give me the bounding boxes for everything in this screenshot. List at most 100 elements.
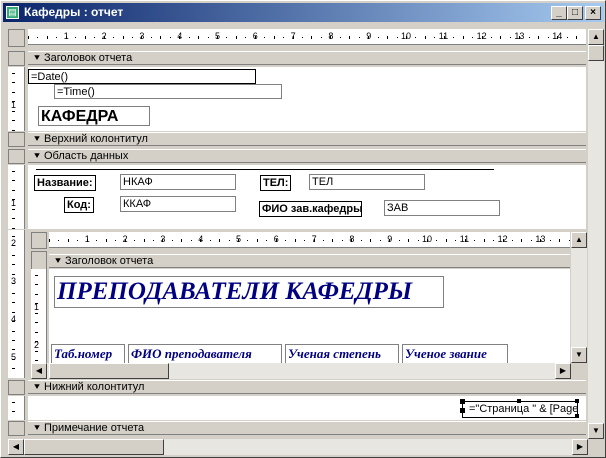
subreport-scroll-right-button[interactable]: ▶ bbox=[555, 363, 571, 379]
minimize-button[interactable]: _ bbox=[551, 6, 567, 20]
ruler-number: 10 bbox=[422, 234, 433, 244]
section-arrow-icon: ⯆ bbox=[54, 256, 62, 267]
resize-handle[interactable] bbox=[517, 399, 521, 403]
subreport-horizontal-ruler[interactable]: 1 2 3 4 5 6 7 8 9 10 11 12 13 bbox=[49, 232, 570, 248]
date-textbox[interactable]: =Date() bbox=[28, 69, 256, 84]
resize-handle[interactable] bbox=[460, 408, 465, 413]
horizontal-ruler[interactable]: 1 2 3 4 5 6 7 8 9 10 11 12 13 14 bbox=[28, 29, 586, 45]
report-header-area[interactable]: =Date() =Time() КАФЕДРА bbox=[28, 67, 586, 131]
resize-handle[interactable] bbox=[460, 399, 465, 404]
vertical-scroll-track[interactable] bbox=[588, 45, 604, 423]
head-label[interactable]: ФИО зав.кафедры bbox=[259, 201, 362, 217]
vertical-ruler-detail[interactable]: 1 bbox=[8, 165, 25, 229]
ruler-number: 13 bbox=[535, 234, 546, 244]
time-textbox[interactable]: =Time() bbox=[54, 84, 282, 99]
subreport-vscroll-track[interactable] bbox=[571, 248, 587, 347]
ruler-tick bbox=[12, 218, 15, 219]
close-button[interactable]: × bbox=[585, 6, 601, 20]
code-field[interactable]: ККАФ bbox=[120, 196, 236, 212]
title-bar[interactable]: ▤ Кафедры : отчет _ □ × bbox=[3, 3, 604, 22]
ruler-number: 5 bbox=[215, 31, 221, 41]
subreport-scroll-left-button[interactable]: ◀ bbox=[31, 363, 47, 379]
ruler-number: 10 bbox=[401, 31, 412, 41]
ruler-tick bbox=[12, 264, 15, 265]
ruler-tick bbox=[285, 240, 286, 241]
name-field[interactable]: НКАФ bbox=[120, 174, 236, 190]
section-arrow-icon: ⯆ bbox=[33, 151, 41, 162]
page-number-textbox[interactable]: ="Страница " & [Page] bbox=[462, 401, 578, 418]
ruler-tick bbox=[68, 239, 69, 242]
section-bar-report-header[interactable]: ⯆ Заголовок отчета bbox=[28, 51, 586, 65]
phone-label[interactable]: ТЕЛ: bbox=[260, 175, 292, 191]
report-selector[interactable] bbox=[8, 29, 25, 47]
vertical-ruler-page-footer[interactable] bbox=[8, 396, 25, 420]
column-header-teacher-name[interactable]: ФИО преподавателя bbox=[128, 344, 282, 364]
section-bar-report-footer[interactable]: ⯆ Примечание отчета bbox=[28, 421, 586, 435]
section-selector-detail[interactable] bbox=[8, 149, 25, 164]
horizontal-scroll-thumb[interactable] bbox=[24, 439, 164, 455]
ruler-number: 4 bbox=[11, 314, 17, 324]
subreport-vertical-ruler[interactable]: 12 bbox=[31, 269, 47, 363]
section-selector-page-header[interactable] bbox=[8, 132, 25, 147]
ruler-tick bbox=[12, 312, 15, 313]
ruler-tick bbox=[567, 37, 568, 38]
code-label[interactable]: Код: bbox=[64, 197, 94, 213]
ruler-tick bbox=[266, 240, 267, 241]
scroll-up-button[interactable]: ▲ bbox=[588, 29, 604, 45]
scroll-right-button[interactable]: ▶ bbox=[572, 439, 588, 455]
scroll-left-button[interactable]: ◀ bbox=[8, 439, 24, 455]
section-bar-page-footer[interactable]: ⯆ Нижний колонтитул bbox=[28, 380, 586, 394]
ruler-tick bbox=[455, 240, 456, 241]
divider-line[interactable] bbox=[36, 169, 494, 170]
head-field[interactable]: ЗАВ bbox=[384, 200, 500, 216]
scroll-down-button[interactable]: ▼ bbox=[588, 423, 604, 439]
vertical-ruler-subreport-zone[interactable]: 2 3 4 5 bbox=[8, 230, 25, 378]
section-label: Нижний колонтитул bbox=[44, 381, 145, 393]
ruler-tick bbox=[12, 130, 15, 131]
ruler-tick bbox=[12, 92, 15, 93]
ruler-tick bbox=[548, 37, 549, 38]
ruler-number: 14 bbox=[552, 31, 563, 41]
section-arrow-icon: ⯆ bbox=[33, 53, 41, 64]
ruler-tick bbox=[12, 228, 15, 229]
section-label: Область данных bbox=[44, 150, 129, 162]
ruler-tick bbox=[12, 255, 15, 256]
resize-handle[interactable] bbox=[575, 399, 579, 403]
ruler-number: 6 bbox=[252, 31, 258, 41]
ruler-number: 1 bbox=[84, 234, 90, 244]
subreport-hscroll-thumb[interactable] bbox=[49, 363, 169, 379]
resize-handle[interactable] bbox=[575, 414, 579, 418]
ruler-tick bbox=[408, 239, 409, 242]
ruler-number: 4 bbox=[198, 234, 204, 244]
column-header-degree[interactable]: Ученая степень bbox=[285, 344, 399, 364]
column-header-tab-number[interactable]: Таб.номер bbox=[51, 344, 125, 364]
subreport-area[interactable]: ПРЕПОДАВАТЕЛИ КАФЕДРЫ Таб.номер ФИО преп… bbox=[49, 269, 570, 364]
section-label: Примечание отчета bbox=[44, 422, 145, 434]
section-selector-report-footer[interactable] bbox=[8, 421, 25, 436]
ruler-tick bbox=[484, 239, 485, 242]
subreport-scroll-down-button[interactable]: ▼ bbox=[571, 347, 587, 363]
subreport-scroll-up-button[interactable]: ▲ bbox=[571, 232, 587, 248]
ruler-tick bbox=[49, 239, 50, 242]
phone-field[interactable]: ТЕЛ bbox=[309, 174, 425, 190]
vertical-scroll-thumb[interactable] bbox=[588, 45, 604, 61]
ruler-tick bbox=[35, 313, 38, 314]
page-footer-area[interactable]: ="Страница " & [Page] bbox=[28, 396, 586, 420]
size-grip[interactable] bbox=[588, 439, 604, 455]
column-header-title[interactable]: Ученое звание bbox=[402, 344, 508, 364]
ruler-number: 7 bbox=[290, 31, 296, 41]
vertical-ruler-report-header[interactable]: 1 bbox=[8, 67, 25, 131]
section-bar-page-header[interactable]: ⯆ Верхний колонтитул bbox=[28, 132, 586, 146]
name-label[interactable]: Название: bbox=[34, 175, 96, 191]
ruler-tick bbox=[370, 239, 371, 242]
report-title-label[interactable]: КАФЕДРА bbox=[38, 106, 150, 126]
section-bar-detail[interactable]: ⯆ Область данных bbox=[28, 149, 586, 163]
subreport-selector[interactable] bbox=[31, 232, 47, 249]
maximize-button[interactable]: □ bbox=[567, 6, 583, 20]
ruler-tick bbox=[463, 36, 464, 39]
section-selector-page-footer[interactable] bbox=[8, 380, 25, 395]
subreport-title[interactable]: ПРЕПОДАВАТЕЛИ КАФЕДРЫ bbox=[54, 276, 444, 308]
subreport-section-bar[interactable]: ⯆ Заголовок отчета bbox=[49, 254, 570, 268]
detail-area[interactable]: Название: НКАФ ТЕЛ: ТЕЛ Код: ККАФ ФИО за… bbox=[28, 165, 586, 229]
section-selector-report-header[interactable] bbox=[8, 51, 25, 66]
